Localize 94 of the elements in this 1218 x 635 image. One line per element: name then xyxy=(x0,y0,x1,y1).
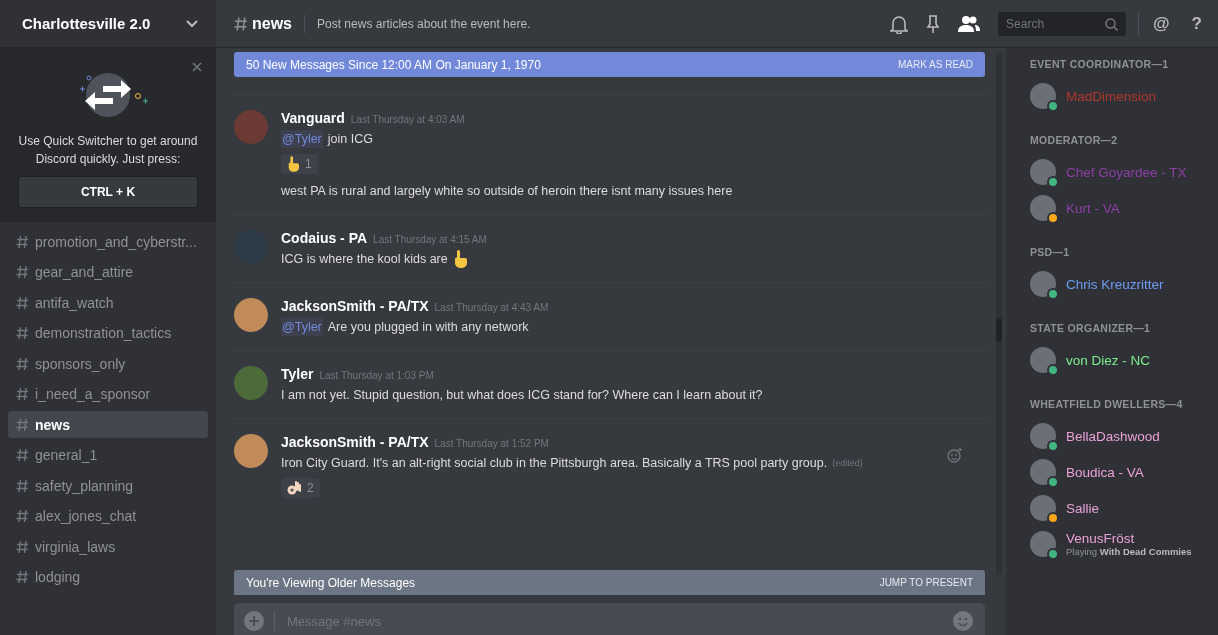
search-field[interactable]: Search xyxy=(998,11,1127,36)
avatar xyxy=(1030,159,1056,185)
ok-hand-icon xyxy=(287,480,301,496)
member-item[interactable]: MadDimension xyxy=(1030,78,1206,114)
channel-item[interactable]: general_1 xyxy=(8,441,208,469)
activity-text: Playing With Dead Commies xyxy=(1066,546,1192,557)
new-messages-bar[interactable]: 50 New Messages Since 12:00 AM On January 1, 1970 MARK AS READ xyxy=(234,52,985,77)
hash-icon xyxy=(16,234,29,249)
hash-icon xyxy=(16,356,29,371)
message-text: I am not yet. Stupid question, but what does ICG stand for? Where can I learn about it? xyxy=(281,387,763,404)
message-text: Are you plugged in with any network xyxy=(327,319,529,336)
channel-item[interactable]: sponsors_only xyxy=(8,350,208,377)
mention-link[interactable]: @Tyler xyxy=(281,130,323,148)
avatar[interactable] xyxy=(234,366,268,400)
hash-icon xyxy=(16,387,29,401)
message-text: ICG is where the kool kids are xyxy=(281,251,448,268)
timestamp: Last Thursday at 4:03 AM xyxy=(350,114,465,125)
hash-icon xyxy=(16,295,29,310)
channel-item[interactable]: antifa_watch xyxy=(8,289,208,316)
channel-title: news xyxy=(252,14,305,33)
avatar xyxy=(1030,531,1056,557)
pointing-hand-icon xyxy=(452,250,467,268)
search-icon xyxy=(1105,17,1119,31)
hash-icon xyxy=(16,478,29,493)
older-messages-bar[interactable]: You're Viewing Older Messages JUMP TO PRESENT xyxy=(234,570,985,595)
member-item[interactable]: VenusFröst Playing With Dead Commies xyxy=(1030,526,1206,562)
hash-icon xyxy=(16,448,29,462)
role-heading: MODERATOR—2 xyxy=(1030,134,1119,146)
channel-item[interactable]: safety_planning xyxy=(8,472,208,499)
hash-icon xyxy=(16,539,29,554)
member-item[interactable]: BellaDashwood xyxy=(1030,418,1206,454)
tip-text: Use Quick Switcher to get around Discord quickly. Just press: xyxy=(18,133,198,168)
avatar xyxy=(1030,495,1056,521)
hash-icon xyxy=(16,509,29,523)
member-item[interactable]: Chris Kreuzritter xyxy=(1030,266,1206,302)
avatar xyxy=(1030,83,1056,109)
author-name[interactable]: JacksonSmith - PA/TX xyxy=(281,298,429,314)
shortcut-button[interactable]: CTRL + K xyxy=(18,176,198,208)
avatar xyxy=(1030,195,1056,221)
jump-to-present-button[interactable]: JUMP TO PRESENT xyxy=(879,577,973,588)
role-heading: STATE ORGANIZER—1 xyxy=(1030,322,1152,334)
channel-item[interactable]: gear_and_attire xyxy=(8,258,208,286)
hash-icon xyxy=(16,570,29,584)
members-icon[interactable] xyxy=(958,14,981,33)
avatar xyxy=(1030,459,1056,485)
help-button[interactable]: ? xyxy=(1189,13,1204,34)
bell-icon[interactable] xyxy=(890,13,909,34)
channel-item[interactable]: virginia_laws xyxy=(8,533,208,560)
channel-item[interactable]: demonstration_tactics xyxy=(8,319,208,347)
add-reaction-icon[interactable] xyxy=(947,447,963,463)
message-text: Iron City Guard. It's an alt-right social club in the Pittsburgh area. Basically a TRS pool party group. xyxy=(281,455,828,472)
avatar xyxy=(1030,423,1056,449)
plus-icon[interactable] xyxy=(244,611,264,631)
chevron-icon xyxy=(186,19,198,28)
hash-icon xyxy=(234,15,248,32)
close-icon[interactable] xyxy=(192,62,202,72)
author-name[interactable]: JacksonSmith - PA/TX xyxy=(281,434,429,450)
author-name[interactable]: Tyler xyxy=(281,366,314,382)
message-text: west PA is rural and largely white so outside of heroin there isnt many issues here xyxy=(281,183,733,200)
mention-link[interactable]: @Tyler xyxy=(281,318,323,336)
avatar xyxy=(1030,347,1056,373)
role-heading: WHEATFIELD DWELLERS—4 xyxy=(1030,398,1184,410)
channel-item[interactable]: alex_jones_chat xyxy=(8,502,208,530)
mark-as-read-button[interactable]: MARK AS READ xyxy=(897,59,973,70)
older-messages-text: You're Viewing Older Messages xyxy=(246,575,416,590)
smiley-icon[interactable] xyxy=(953,611,973,631)
channel-item[interactable]: i_need_a_sponsor xyxy=(8,380,208,408)
member-item[interactable]: Boudica - VA xyxy=(1030,454,1206,490)
timestamp: Last Thursday at 4:15 AM xyxy=(373,234,487,245)
scrollbar-thumb[interactable] xyxy=(996,318,1002,342)
member-item[interactable]: von Diez - NC xyxy=(1030,342,1206,378)
member-item[interactable]: Sallie xyxy=(1030,490,1206,526)
author-name[interactable]: Vanguard xyxy=(281,110,345,126)
role-heading: EVENT COORDINATOR—1 xyxy=(1030,58,1170,70)
hash-icon xyxy=(16,326,29,340)
channel-item[interactable]: promotion_and_cyberstr... xyxy=(8,228,208,255)
channel-item[interactable]: lodging xyxy=(8,563,208,591)
reaction-button[interactable]: 2 xyxy=(281,478,320,498)
role-heading: PSD—1 xyxy=(1030,246,1071,258)
avatar[interactable] xyxy=(234,434,268,468)
mentions-button[interactable]: @ xyxy=(1151,13,1172,34)
hash-icon xyxy=(16,265,29,279)
new-messages-text: 50 New Messages Since 12:00 AM On January 1, 1970 xyxy=(246,57,541,72)
author-name[interactable]: Codaius - PA xyxy=(281,230,368,246)
avatar xyxy=(1030,271,1056,297)
avatar[interactable] xyxy=(234,298,268,332)
message-text: join ICG xyxy=(327,131,373,148)
pin-icon[interactable] xyxy=(926,13,941,34)
channel-item[interactable]: news xyxy=(8,411,208,438)
channel-topic: Post news articles about the event here. xyxy=(317,16,531,31)
reaction-button[interactable]: 1 xyxy=(281,154,318,174)
timestamp: Last Thursday at 1:03 PM xyxy=(319,370,434,381)
pointing-hand-icon xyxy=(287,156,299,172)
hash-icon xyxy=(16,417,29,432)
